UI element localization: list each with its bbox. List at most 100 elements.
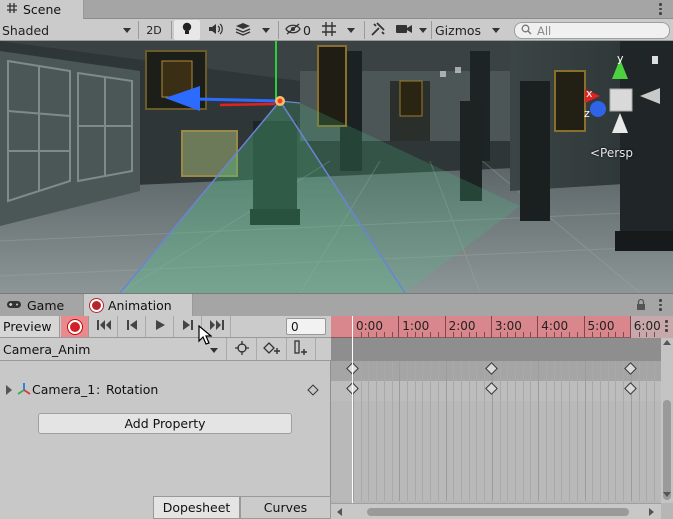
property-object: Camera_1 — [32, 382, 96, 397]
first-key-button[interactable] — [90, 316, 118, 337]
gizmos-dropdown[interactable] — [487, 20, 505, 40]
chevron-down-icon — [210, 348, 218, 353]
scene-tab[interactable]: Scene — [0, 0, 84, 19]
scroll-down-icon[interactable] — [663, 492, 671, 497]
dopesheet-timeline[interactable]: 0:00 1:00 2:00 3:00 4:00 5:00 6:00 — [331, 316, 673, 519]
animation-tab-bar: Game Animation — [0, 293, 673, 317]
expand-arrow-icon[interactable] — [6, 385, 12, 395]
add-event-icon — [293, 339, 309, 359]
add-property-label: Add Property — [124, 416, 206, 431]
draw-mode-dropdown[interactable]: Shaded — [2, 20, 132, 40]
keyframe-diamond[interactable] — [485, 382, 498, 395]
tab-dopesheet[interactable]: Dopesheet — [153, 496, 240, 519]
property-row[interactable]: Camera_1 : Rotation — [0, 378, 331, 402]
preview-button[interactable]: Preview — [0, 316, 60, 337]
tab-curves-label: Curves — [263, 500, 308, 515]
record-icon — [67, 319, 82, 334]
keyframe-diamond[interactable] — [623, 382, 637, 395]
keyframe-layer — [331, 316, 661, 519]
grid-toggle[interactable] — [318, 20, 340, 40]
hidden-count: 0 — [303, 22, 311, 38]
add-event-button[interactable] — [286, 338, 316, 360]
audio-toggle[interactable] — [203, 20, 229, 40]
toggle-2d-button[interactable]: 2D — [141, 20, 167, 40]
axis-x-label: x — [586, 87, 593, 100]
scroll-up-icon[interactable] — [663, 340, 671, 345]
lightbulb-icon — [181, 22, 193, 39]
lock-icon[interactable] — [636, 298, 646, 314]
video-camera-icon — [395, 23, 413, 38]
playback-controls: Preview 0 — [0, 316, 331, 338]
grid-icon — [321, 21, 337, 40]
scene-viewport[interactable]: y x z <Persp — [0, 41, 673, 293]
gamepad-icon — [6, 298, 22, 313]
tab-game-label: Game — [27, 298, 65, 313]
search-icon — [521, 24, 532, 38]
tools-button[interactable] — [367, 20, 389, 40]
scroll-left-icon[interactable] — [337, 508, 342, 516]
crosshair-icon — [234, 340, 249, 358]
tab-game[interactable]: Game — [0, 294, 80, 317]
effects-dropdown[interactable] — [256, 20, 276, 40]
scene-tab-label: Scene — [23, 2, 62, 17]
clip-dropdown[interactable]: Camera_Anim — [0, 338, 226, 360]
wrench-icon — [370, 21, 386, 40]
play-icon — [154, 319, 166, 334]
perspective-toggle[interactable]: <Persp — [590, 146, 633, 160]
play-button[interactable] — [146, 316, 174, 337]
eye-slash-icon — [285, 22, 301, 38]
view-mode-tabs: Dopesheet Curves — [0, 496, 331, 519]
animation-menu-icon[interactable] — [659, 299, 662, 311]
add-property-button[interactable]: Add Property — [38, 413, 292, 434]
search-input[interactable]: All — [514, 22, 670, 39]
horizontal-scrollbar[interactable] — [331, 503, 661, 519]
toggle-2d-label: 2D — [146, 23, 162, 37]
step-forward-icon — [182, 319, 194, 334]
transform-axes-icon — [16, 381, 32, 400]
draw-mode-label: Shaded — [2, 22, 50, 38]
timeline-menu-icon[interactable] — [665, 320, 668, 332]
skip-to-start-icon — [96, 319, 112, 334]
gizmos-button[interactable]: Gizmos — [433, 20, 483, 40]
add-keyframe-icon — [262, 341, 281, 358]
property-name: Rotation — [106, 382, 159, 397]
scene-render — [0, 41, 673, 293]
speaker-icon — [208, 23, 224, 38]
preview-label: Preview — [3, 319, 52, 334]
scene-tab-bar: Scene — [0, 0, 673, 19]
keyframe-toggle-icon[interactable] — [307, 384, 319, 396]
scroll-right-icon[interactable] — [649, 508, 654, 516]
vertical-scroll-thumb[interactable] — [663, 400, 671, 500]
frame-value: 0 — [291, 319, 299, 334]
chevron-down-icon — [347, 27, 355, 33]
add-keyframe-button[interactable] — [256, 338, 286, 360]
step-back-icon — [126, 319, 138, 334]
tab-dopesheet-label: Dopesheet — [162, 500, 231, 515]
frame-input[interactable]: 0 — [286, 318, 326, 335]
horizontal-scroll-thumb[interactable] — [367, 508, 629, 516]
axis-y-label: y — [617, 52, 624, 65]
filter-by-selection-button[interactable] — [226, 338, 256, 360]
keyframe-diamond[interactable] — [485, 362, 498, 375]
axis-z-label: z — [584, 107, 590, 120]
record-button[interactable] — [61, 316, 89, 337]
playhead[interactable] — [352, 316, 353, 506]
tab-animation[interactable]: Animation — [83, 294, 193, 317]
camera-settings-button[interactable] — [393, 20, 415, 40]
effects-toggle[interactable] — [232, 20, 254, 40]
record-circle-icon — [90, 299, 103, 312]
chevron-down-icon — [123, 28, 131, 33]
layers-icon — [235, 22, 251, 39]
scene-menu-icon[interactable] — [659, 3, 662, 15]
camera-dropdown[interactable] — [415, 20, 431, 40]
previous-key-button[interactable] — [118, 316, 146, 337]
tab-curves[interactable]: Curves — [240, 496, 331, 519]
lighting-toggle[interactable] — [174, 20, 200, 40]
grid-dropdown[interactable] — [341, 20, 361, 40]
hidden-objects-toggle[interactable]: 0 — [281, 20, 315, 40]
chevron-down-icon — [492, 27, 500, 33]
keyframe-diamond[interactable] — [623, 362, 637, 375]
vertical-scrollbar[interactable] — [661, 338, 673, 503]
chevron-down-icon — [262, 27, 270, 33]
clip-name: Camera_Anim — [3, 341, 91, 357]
